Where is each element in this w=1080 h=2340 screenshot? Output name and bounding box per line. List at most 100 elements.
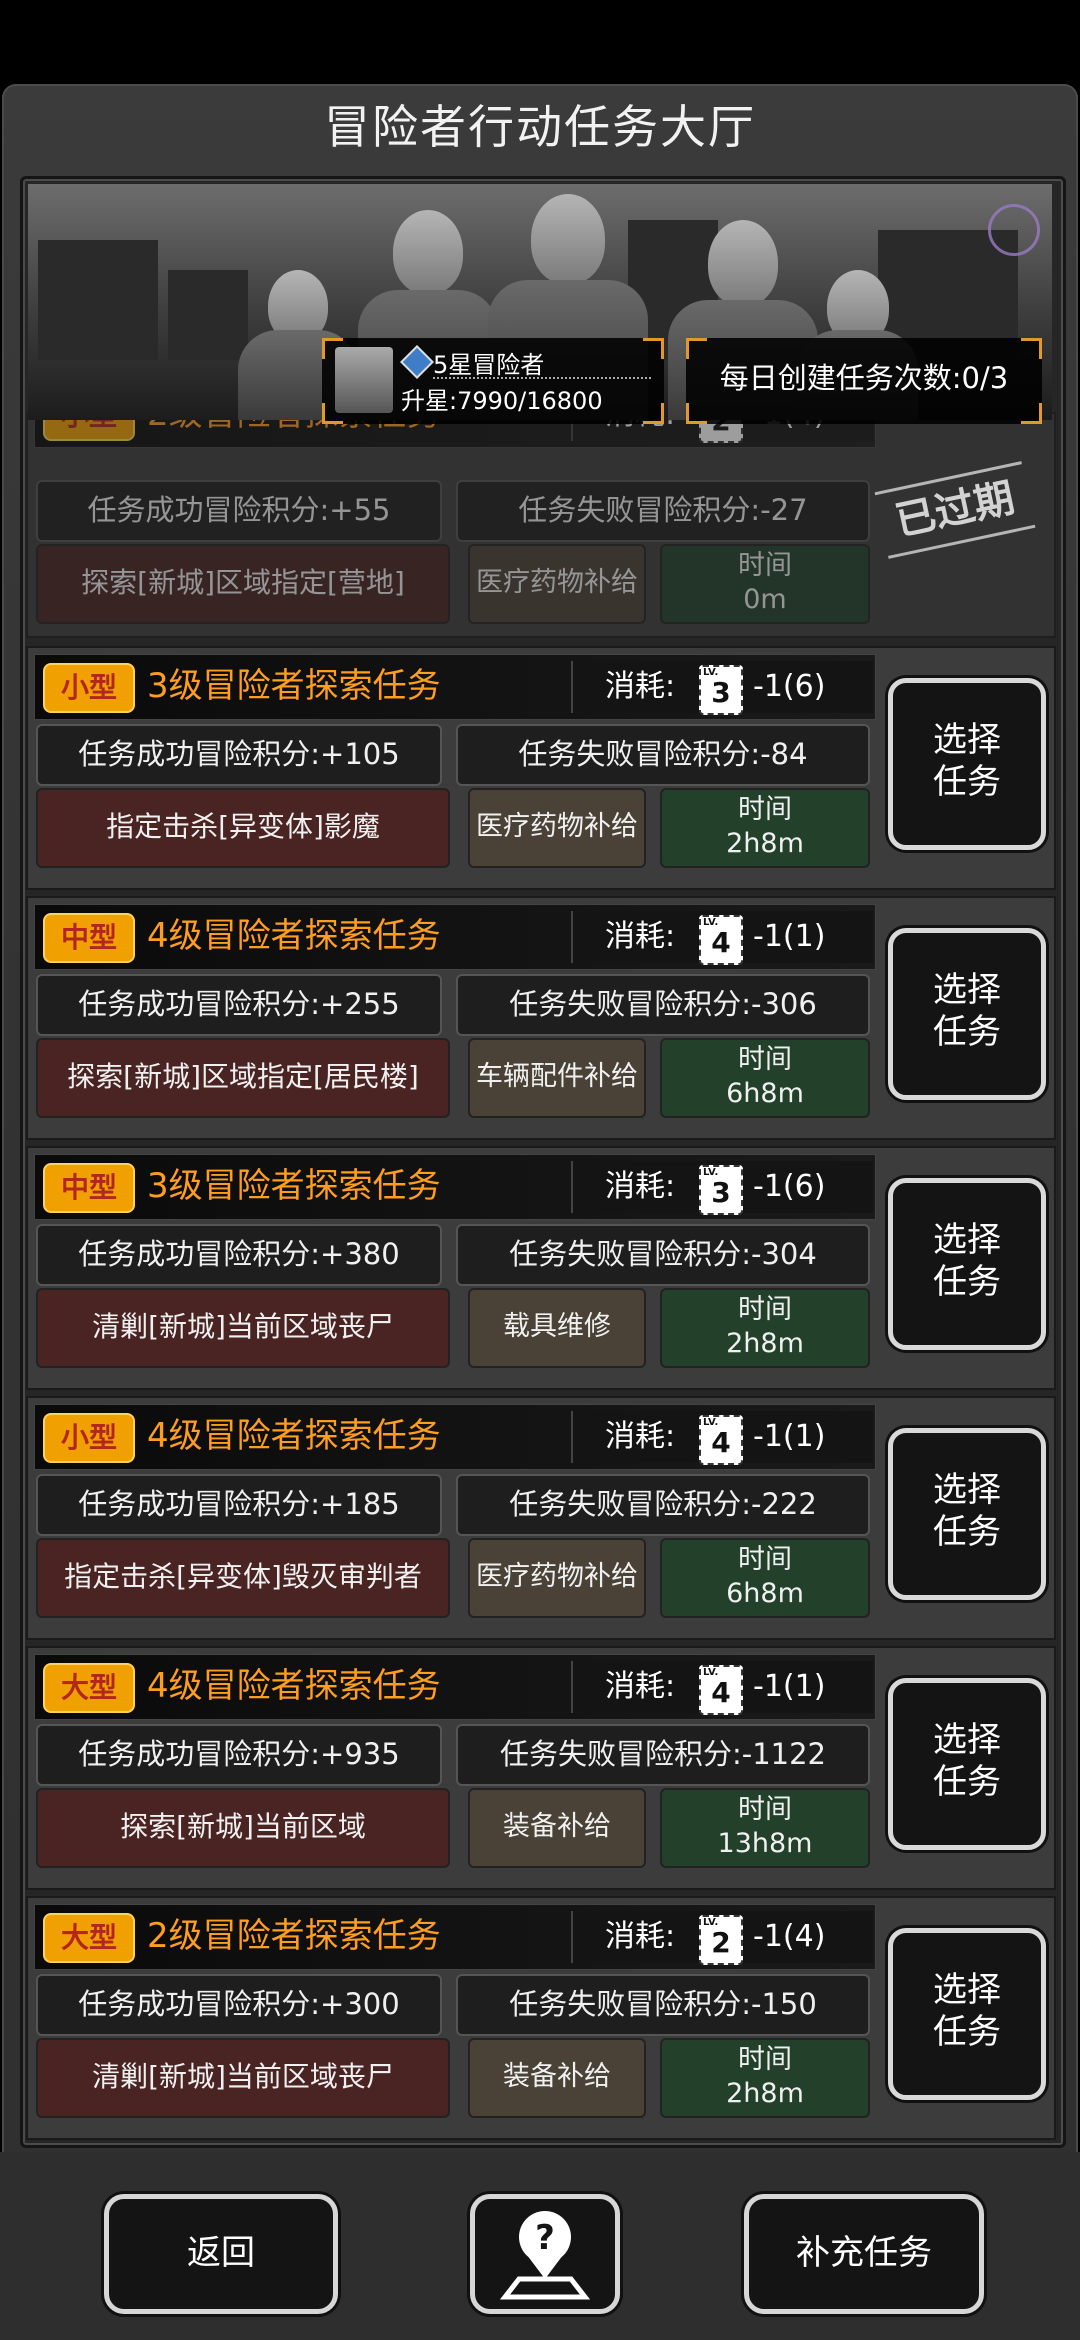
task-card: 大型 4级冒险者探索任务 消耗: LV. 4 -1(1) 任务成功冒险积分:+93… [26, 1646, 1056, 1890]
task-reward: 医疗药物补给 [468, 788, 646, 868]
level-ticket-icon: LV. 4 [699, 1415, 743, 1465]
select-task-button[interactable]: 选择 任务 [888, 1928, 1046, 2100]
cost-value: -1(1) [753, 1419, 826, 1454]
task-title: 3级冒险者探索任务 [147, 666, 441, 706]
task-header: 中型 4级冒险者探索任务 消耗: LV. 4 -1(1) [34, 904, 876, 970]
level-ticket-icon: LV. 3 [699, 665, 743, 715]
cost-value: -1(6) [753, 1169, 826, 1204]
task-reward: 医疗药物补给 [468, 544, 646, 624]
task-title: 4级冒险者探索任务 [147, 916, 441, 956]
task-reward: 车辆配件补给 [468, 1038, 646, 1118]
task-target: 清剿[新城]当前区域丧尸 [36, 1288, 450, 1368]
size-tag: 小型 [43, 663, 135, 713]
task-title: 2级冒险者探索任务 [147, 1916, 441, 1956]
rank-progress: 升星:7990/16800 [401, 387, 603, 415]
cost-label: 消耗: [605, 1169, 676, 1204]
page-title: 冒险者行动任务大厅 [324, 100, 756, 154]
fail-points: 任务失败冒险积分:-27 [456, 480, 870, 542]
rank-name: 5星冒险者 [433, 351, 545, 379]
task-title: 4级冒险者探索任务 [147, 1666, 441, 1706]
task-target: 探索[新城]区域指定[营地] [36, 544, 450, 624]
task-header: 大型 2级冒险者探索任务 消耗: LV. 2 -1(4) [34, 1904, 876, 1970]
success-points: 任务成功冒险积分:+300 [36, 1974, 442, 2036]
task-card: 大型 2级冒险者探索任务 消耗: LV. 2 -1(4) 任务成功冒险积分:+30… [26, 1896, 1056, 2140]
task-time: 时间 2h8m [660, 788, 870, 868]
cost-box: 消耗: LV.2 -1(4) [571, 1911, 873, 1965]
success-points: 任务成功冒险积分:+935 [36, 1724, 442, 1786]
size-tag: 大型 [43, 1913, 135, 1963]
success-points: 任务成功冒险积分:+255 [36, 974, 442, 1036]
size-tag: 中型 [43, 913, 135, 963]
success-points: 任务成功冒险积分:+380 [36, 1224, 442, 1286]
task-title: 4级冒险者探索任务 [147, 1416, 441, 1456]
cost-box: 消耗: LV. 4 -1(1) [571, 911, 873, 965]
level-ticket-icon: LV. 4 [699, 1665, 743, 1715]
select-task-button[interactable]: 选择 任务 [888, 1678, 1046, 1850]
fail-points: 任务失败冒险积分:-84 [456, 724, 870, 786]
task-title: 3级冒险者探索任务 [147, 1166, 441, 1206]
help-map-pin-icon: ? [499, 2211, 591, 2300]
task-reward: 装备补给 [468, 1788, 646, 1868]
task-card: 中型 3级冒险者探索任务 消耗: LV. 3 -1(6) 任务成功冒险积分:+38… [26, 1146, 1056, 1390]
success-points: 任务成功冒险积分:+185 [36, 1474, 442, 1536]
cost-value: -1(6) [753, 669, 826, 704]
avatar [335, 347, 393, 413]
level-ticket-icon: LV.2 [699, 1915, 743, 1965]
cost-label: 消耗: [605, 1919, 676, 1954]
task-target: 清剿[新城]当前区域丧尸 [36, 2038, 450, 2118]
task-target: 探索[新城]当前区域 [36, 1788, 450, 1868]
select-task-button[interactable]: 选择 任务 [888, 1178, 1046, 1350]
task-card: 中型 4级冒险者探索任务 消耗: LV. 4 -1(1) 任务成功冒险积分:+25… [26, 896, 1056, 1140]
status-bar [0, 0, 1080, 84]
fail-points: 任务失败冒险积分:-306 [456, 974, 870, 1036]
select-task-button[interactable]: 选择 任务 [888, 678, 1046, 850]
size-tag: 中型 [43, 1163, 135, 1213]
daily-count-box: 每日创建任务次数:0/3 [686, 338, 1042, 424]
rank-badge-icon [400, 345, 434, 379]
emblem-icon [988, 204, 1040, 256]
help-button[interactable]: ? [470, 2194, 620, 2314]
select-task-button[interactable]: 选择 任务 [888, 1428, 1046, 1600]
fail-points: 任务失败冒险积分:-150 [456, 1974, 870, 2036]
success-points: 任务成功冒险积分:+55 [36, 480, 442, 542]
task-time: 时间 2h8m [660, 2038, 870, 2118]
back-button[interactable]: 返回 [104, 2194, 338, 2314]
svg-text:?: ? [535, 2218, 555, 2258]
cost-box: 消耗: LV. 4 -1(1) [571, 1661, 873, 1715]
fail-points: 任务失败冒险积分:-222 [456, 1474, 870, 1536]
task-reward: 载具维修 [468, 1288, 646, 1368]
task-target: 指定击杀[异变体]影魔 [36, 788, 450, 868]
cost-label: 消耗: [605, 669, 676, 704]
success-points: 任务成功冒险积分:+105 [36, 724, 442, 786]
size-tag: 小型 [43, 1413, 135, 1463]
rank-box[interactable]: 5星冒险者 升星:7990/16800 [322, 338, 664, 424]
task-reward: 医疗药物补给 [468, 1538, 646, 1618]
cost-box: 消耗: LV. 3 -1(6) [571, 661, 873, 715]
task-card: 小型 4级冒险者探索任务 消耗: LV. 4 -1(1) 任务成功冒险积分:+18… [26, 1396, 1056, 1640]
task-time: 时间 2h8m [660, 1288, 870, 1368]
task-card: 小型 3级冒险者探索任务 消耗: LV. 3 -1(6) 任务成功冒险积分:+10… [26, 646, 1056, 890]
cost-box: 消耗: LV. 4 -1(1) [571, 1411, 873, 1465]
fail-points: 任务失败冒险积分:-304 [456, 1224, 870, 1286]
task-time: 时间 13h8m [660, 1788, 870, 1868]
task-target: 指定击杀[异变体]毁灭审判者 [36, 1538, 450, 1618]
cost-label: 消耗: [605, 919, 676, 954]
cost-value: -1(1) [753, 1669, 826, 1704]
task-header: 中型 3级冒险者探索任务 消耗: LV. 3 -1(6) [34, 1154, 876, 1220]
task-target: 探索[新城]区域指定[居民楼] [36, 1038, 450, 1118]
daily-count: 每日创建任务次数:0/3 [719, 361, 1009, 395]
size-tag: 大型 [43, 1663, 135, 1713]
cost-box: 消耗: LV. 3 -1(6) [571, 1161, 873, 1215]
fail-points: 任务失败冒险积分:-1122 [456, 1724, 870, 1786]
level-ticket-icon: LV. 4 [699, 915, 743, 965]
task-time: 时间 0m [660, 544, 870, 624]
cost-label: 消耗: [605, 1419, 676, 1454]
cost-label: 消耗: [605, 1669, 676, 1704]
level-ticket-icon: LV. 3 [699, 1165, 743, 1215]
task-reward: 装备补给 [468, 2038, 646, 2118]
cost-value: -1(1) [753, 919, 826, 954]
task-header: 大型 4级冒险者探索任务 消耗: LV. 4 -1(1) [34, 1654, 876, 1720]
select-task-button[interactable]: 选择 任务 [888, 928, 1046, 1100]
add-task-button[interactable]: 补充任务 [744, 2194, 984, 2314]
cost-value: -1(4) [753, 1919, 826, 1954]
